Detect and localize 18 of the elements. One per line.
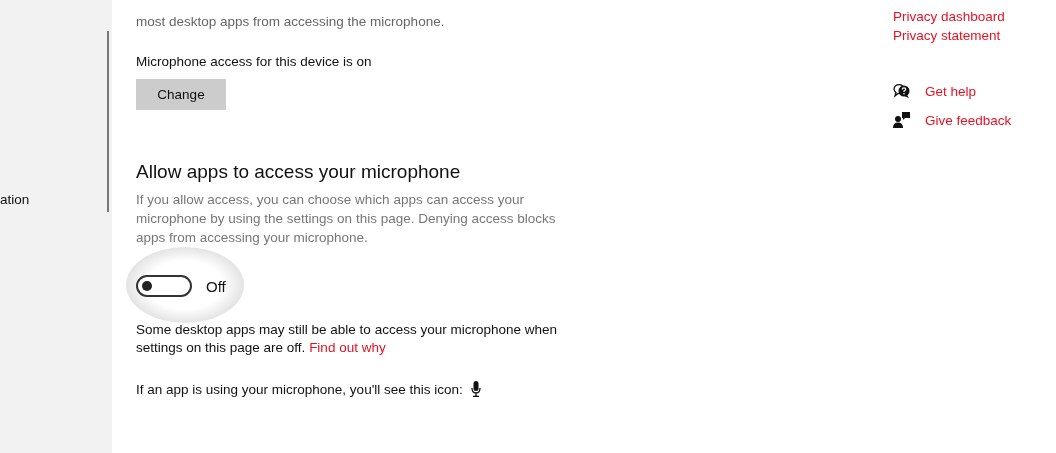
note-text: If an app is using your microphone, you'll see this icon: <box>136 381 463 397</box>
related-link[interactable]: Privacy dashboard <box>893 7 1012 26</box>
sidebar-item[interactable]: ation <box>0 192 112 207</box>
help-link[interactable]: Give feedback <box>925 112 1012 128</box>
toggle-label: Off <box>206 277 226 295</box>
description-text: If you allow access, you can choose which apps can access your microphone by using the settings on this page. Denying access blocks apps from accessing your microphone. <box>136 191 557 247</box>
note-text: Some desktop apps may still be able to access your microphone when settings on this page are off. Find out why <box>136 321 558 357</box>
status-text: Microphone access for this device is on <box>136 53 373 71</box>
change-button[interactable]: Change <box>136 79 226 110</box>
related-link[interactable]: Privacy statement <box>893 26 1012 45</box>
feedback-person-icon[interactable] <box>893 112 911 128</box>
help-link[interactable]: Get help <box>925 83 977 99</box>
toggle-switch[interactable] <box>136 275 192 297</box>
help-chat-icon[interactable] <box>893 83 911 99</box>
microphone-icon <box>470 381 481 397</box>
description-text: most desktop apps from accessing the microphone. <box>136 13 446 31</box>
section-heading: Allow apps to access your microphone <box>136 160 462 184</box>
find-out-why-link[interactable]: Find out why <box>309 340 386 355</box>
